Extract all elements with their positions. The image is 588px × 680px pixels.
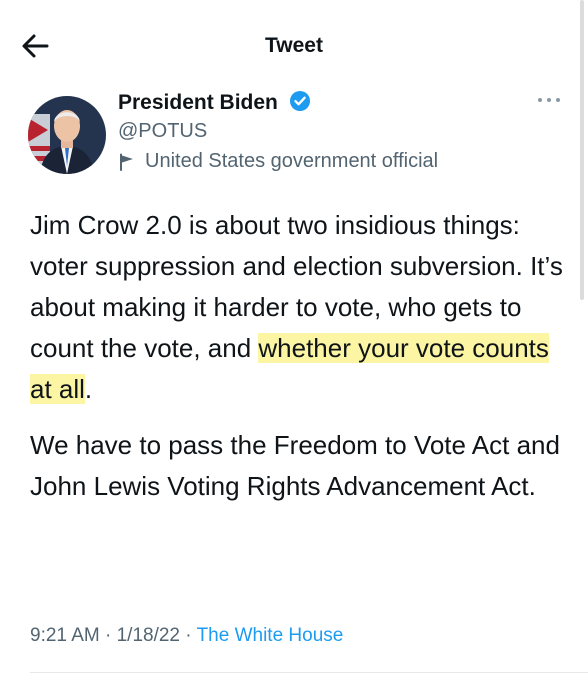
- tweet-metadata: 9:21 AM · 1/18/22 · The White House: [30, 625, 343, 647]
- separator-dot: ·: [180, 625, 197, 646]
- verified-badge-icon: [289, 91, 310, 111]
- tweet-paragraph-1: Jim Crow 2.0 is about two insidious thin…: [30, 205, 575, 410]
- government-label-text: United States government official: [145, 150, 439, 172]
- separator-dot: ·: [99, 625, 117, 646]
- tweet-paragraph-2: We have to pass the Freedom to Vote Act …: [30, 430, 560, 501]
- tweet-time[interactable]: 9:21 AM: [30, 625, 100, 646]
- author-name[interactable]: President Biden: [118, 90, 311, 115]
- scrollbar[interactable]: [580, 0, 584, 300]
- tweet-date[interactable]: 1/18/22: [117, 625, 180, 646]
- avatar[interactable]: [28, 96, 106, 174]
- more-icon: [538, 98, 560, 102]
- more-options-button[interactable]: [534, 92, 564, 108]
- government-label[interactable]: United States government official: [118, 150, 438, 173]
- author-handle[interactable]: @POTUS: [118, 120, 207, 143]
- tweet-source-link[interactable]: The White House: [197, 625, 344, 646]
- author-name-text: President Biden: [118, 91, 278, 114]
- page-title: Tweet: [265, 34, 323, 57]
- tweet-text: Jim Crow 2.0 is about two insidious thin…: [30, 205, 575, 507]
- top-bar: Tweet: [0, 0, 588, 90]
- avatar-photo: [28, 96, 106, 174]
- divider: [30, 672, 588, 673]
- flag-icon: [120, 153, 133, 171]
- tweet-paragraph-1-end: .: [84, 374, 93, 404]
